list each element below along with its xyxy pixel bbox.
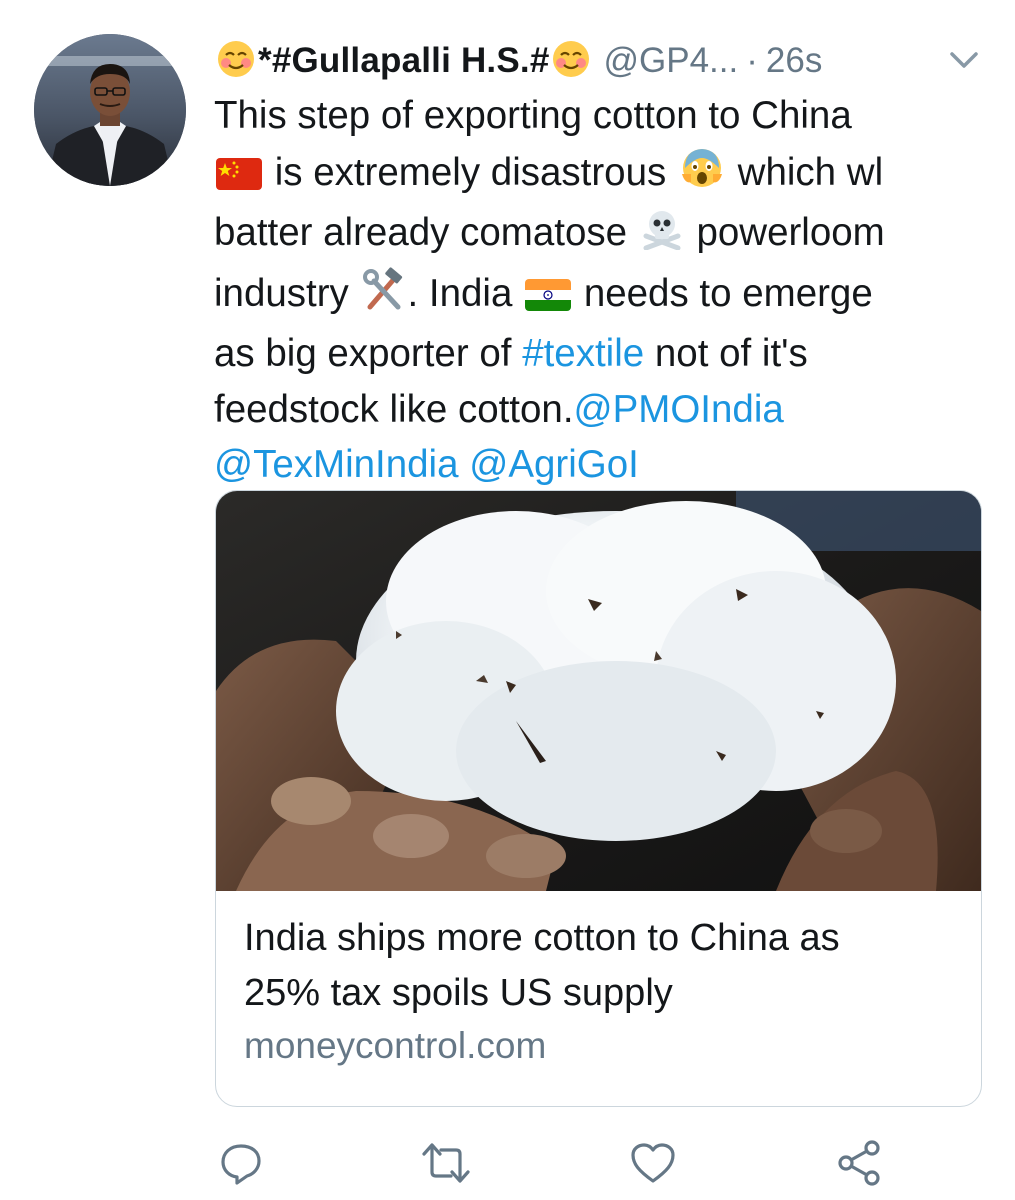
retweet-button[interactable] (419, 1138, 473, 1192)
india-flag-icon (525, 271, 572, 327)
link-preview-card[interactable]: India ships more cotton to China as 25% … (215, 490, 982, 1107)
reply-icon (218, 1140, 264, 1191)
china-flag-icon (216, 150, 262, 206)
tweet-line: feedstock like cotton.@PMOIndia (214, 382, 974, 438)
text-segment: feedstock like cotton. (214, 387, 574, 431)
tweet-line: as big exporter of #textile not of it's (214, 326, 974, 382)
card-domain: moneycontrol.com (244, 1025, 547, 1066)
like-icon (629, 1140, 677, 1191)
text-segment: needs to emerge (583, 271, 873, 315)
tweet[interactable]: *#Gullapalli H.S.# @GP4... · 26s This st… (0, 0, 1015, 1200)
chevron-down-icon[interactable] (944, 46, 984, 76)
tweet-actions (0, 1138, 1015, 1192)
text-segment: as big exporter of (214, 332, 512, 375)
reply-button[interactable] (214, 1138, 268, 1192)
timestamp[interactable]: 26s (766, 41, 822, 81)
like-button[interactable] (626, 1138, 680, 1192)
mention-link[interactable]: @PMOIndia (574, 388, 784, 431)
smiling-blush-emoji-icon (216, 39, 256, 84)
tweet-line: batter already comatose powerloom (214, 205, 974, 266)
text-segment: is extremely disastrous (274, 150, 667, 194)
mention-link[interactable]: @AgriGoI (469, 443, 639, 486)
tweet-line: industry . India needs to emerge (214, 266, 974, 327)
display-name[interactable]: *#Gullapalli H.S.# (258, 41, 549, 81)
text-segment: powerloom (696, 211, 885, 254)
tweet-line: @TexMinIndia @AgriGoI (214, 437, 974, 493)
avatar[interactable] (34, 34, 186, 186)
text-segment: industry (214, 271, 349, 315)
card-title: India ships more cotton to China as 25% … (244, 911, 964, 1021)
retweet-icon (419, 1140, 473, 1191)
text-segment: which wl (737, 150, 884, 194)
smiling-blush-emoji-icon (551, 39, 591, 84)
skull-crossbones-icon (640, 206, 684, 266)
share-icon (834, 1138, 884, 1193)
hammer-wrench-icon (362, 266, 406, 327)
card-title-line: India ships more cotton to China as (244, 917, 840, 959)
text-segment: not of it's (654, 332, 808, 375)
tweet-line: This step of exporting cotton to China (214, 88, 974, 144)
text-segment: . India (407, 271, 513, 315)
tweet-line: is extremely disastrous which wl (214, 144, 974, 206)
text-segment: batter already comatose (214, 211, 628, 254)
screaming-face-icon (679, 144, 725, 206)
user-handle[interactable]: @GP4... (603, 41, 738, 81)
card-image (216, 491, 981, 891)
card-title-line: 25% tax spoils US supply (244, 972, 673, 1014)
share-button[interactable] (832, 1138, 886, 1192)
mention-link[interactable]: @TexMinIndia (214, 443, 459, 486)
separator-dot: · (746, 41, 758, 80)
tweet-text: This step of exporting cotton to China i… (214, 88, 974, 493)
tweet-header: *#Gullapalli H.S.# @GP4... · 26s (214, 36, 984, 86)
hashtag-link[interactable]: #textile (522, 332, 644, 375)
text-segment: This step of exporting cotton to China (214, 94, 852, 137)
